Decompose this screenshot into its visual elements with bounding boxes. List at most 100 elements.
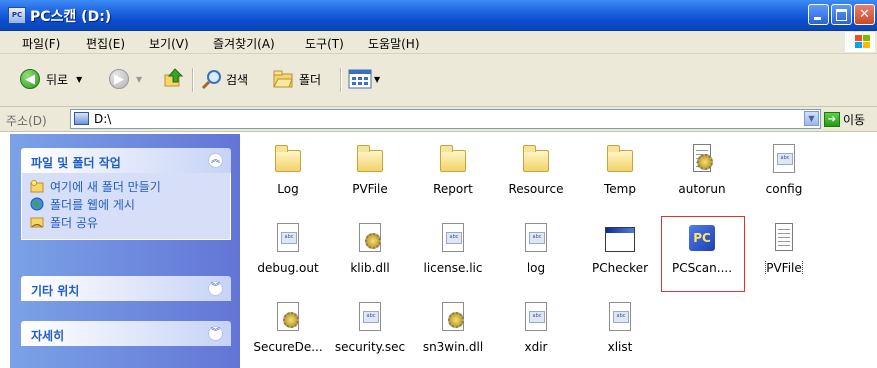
- go-label: 이동: [843, 113, 866, 127]
- dll-icon: [438, 302, 468, 334]
- menu-tools[interactable]: 도구(T): [305, 35, 344, 52]
- file-name: license.lic: [423, 261, 483, 275]
- file-folder-tasks-header[interactable]: 파일 및 폴더 작업 ︽: [21, 148, 231, 173]
- other-places-header[interactable]: 기타 위치 ︾: [21, 276, 231, 301]
- document-icon: abc: [521, 302, 551, 334]
- document-icon: abc: [438, 223, 468, 255]
- file-item[interactable]: Log: [248, 138, 328, 202]
- task-share-folder[interactable]: 폴더 공유: [30, 213, 222, 231]
- file-item[interactable]: PChecker: [580, 217, 660, 281]
- views-dropdown-icon[interactable]: ▼: [374, 75, 380, 84]
- back-arrow-icon: ◀: [20, 69, 40, 89]
- dll-icon: [273, 302, 303, 334]
- file-name: log: [526, 261, 546, 275]
- other-places-panel: 기타 위치 ︾: [21, 276, 231, 301]
- file-item[interactable]: abc config: [744, 138, 824, 202]
- task-publish-web[interactable]: 폴더를 웹에 게시: [30, 195, 222, 213]
- file-item[interactable]: PVFile: [330, 138, 410, 202]
- minimize-button[interactable]: [808, 4, 829, 25]
- file-name: klib.dll: [350, 261, 390, 275]
- menu-file[interactable]: 파일(F): [22, 35, 60, 52]
- address-value: D:\: [94, 112, 112, 126]
- maximize-button[interactable]: [831, 4, 852, 25]
- views-icon: [348, 69, 372, 89]
- address-label: 주소(D): [6, 114, 47, 128]
- other-places-label: 기타 위치: [31, 284, 80, 298]
- collapse-chevron-icon[interactable]: ︽: [208, 153, 223, 168]
- focused-file-name: PVFile: [765, 261, 803, 275]
- back-dropdown-icon[interactable]: ▼: [76, 75, 82, 84]
- file-item[interactable]: abc debug.out: [248, 217, 328, 281]
- folder-icon: [605, 144, 635, 176]
- file-item[interactable]: PVFile: [744, 217, 824, 281]
- window-title: PC스캔 (D:): [30, 9, 112, 25]
- document-icon: abc: [605, 302, 635, 334]
- folders-button[interactable]: 폴더: [272, 68, 321, 90]
- file-name: PVFile: [744, 261, 824, 275]
- file-name: autorun: [678, 182, 726, 196]
- close-icon: ✕: [859, 7, 870, 22]
- file-item[interactable]: abc license.lic: [413, 217, 493, 281]
- file-folder-tasks-panel: 파일 및 폴더 작업 ︽ 여기에 새 폴더 만들기 폴더를 웹에 게시 폴더 공…: [21, 148, 231, 240]
- details-panel: 자세히 ︾: [21, 321, 231, 346]
- text-file-icon: [769, 223, 799, 255]
- toolbar: ◀ 뒤로 ▼ ▶ ▼ 검색 폴더 ▼: [0, 54, 877, 107]
- menu-favorites[interactable]: 즐겨찾기(A): [213, 35, 275, 52]
- file-item[interactable]: abc xlist: [580, 296, 660, 360]
- file-item[interactable]: abc xdir: [496, 296, 576, 360]
- file-name: PVFile: [352, 182, 388, 196]
- details-header[interactable]: 자세히 ︾: [21, 321, 231, 346]
- search-icon: [201, 70, 221, 90]
- file-item-selected[interactable]: PC PCScan....: [662, 217, 742, 281]
- task-pane: 파일 및 폴더 작업 ︽ 여기에 새 폴더 만들기 폴더를 웹에 게시 폴더 공…: [10, 134, 240, 368]
- menu-edit[interactable]: 편집(E): [86, 35, 125, 52]
- drive-icon: PC: [8, 7, 26, 24]
- folder-icon: [355, 144, 385, 176]
- views-button[interactable]: ▼: [348, 69, 380, 89]
- back-button[interactable]: ◀ 뒤로 ▼: [20, 69, 82, 89]
- file-item[interactable]: SecureDe...: [248, 296, 328, 360]
- file-name: PChecker: [591, 261, 649, 275]
- file-item[interactable]: Report: [413, 138, 493, 202]
- file-name: xlist: [607, 340, 633, 354]
- shared-folder-icon: [30, 217, 44, 228]
- file-item[interactable]: abc security.sec: [330, 296, 410, 360]
- file-item[interactable]: abc log: [496, 217, 576, 281]
- search-button[interactable]: 검색: [201, 68, 248, 90]
- title-bar: PC PC스캔 (D:) ✕: [0, 0, 877, 31]
- windows-logo-icon: [845, 32, 875, 52]
- globe-icon: [30, 197, 44, 211]
- task-new-folder[interactable]: 여기에 새 폴더 만들기: [30, 177, 222, 195]
- go-button[interactable]: ➔ 이동: [824, 111, 865, 128]
- forward-arrow-icon: ▶: [109, 69, 129, 89]
- menu-help[interactable]: 도움말(H): [368, 35, 420, 52]
- maximize-icon: [832, 5, 851, 24]
- file-name: Temp: [604, 182, 636, 196]
- address-input[interactable]: D:\ ▼: [70, 109, 821, 129]
- file-name: Log: [277, 182, 299, 196]
- dll-icon: [355, 223, 385, 255]
- menu-view[interactable]: 보기(V): [149, 35, 189, 52]
- up-folder-button[interactable]: [163, 67, 185, 89]
- folders-icon: [273, 70, 293, 88]
- folder-icon: [438, 144, 468, 176]
- file-item[interactable]: Temp: [580, 138, 660, 202]
- expand-chevron-icon[interactable]: ︾: [208, 281, 223, 296]
- forward-dropdown-icon[interactable]: ▼: [136, 75, 142, 84]
- file-item[interactable]: klib.dll: [330, 217, 410, 281]
- close-button[interactable]: ✕: [854, 4, 875, 25]
- file-item[interactable]: sn3win.dll: [413, 296, 493, 360]
- file-item[interactable]: Resource: [496, 138, 576, 202]
- address-bar: 주소(D) D:\ ▼ ➔ 이동: [0, 107, 877, 132]
- file-name: Report: [433, 182, 473, 196]
- forward-button[interactable]: ▶ ▼: [109, 69, 142, 89]
- file-name: security.sec: [334, 340, 406, 354]
- folder-icon: [273, 144, 303, 176]
- drive-icon: [74, 112, 89, 125]
- file-item[interactable]: autorun: [662, 138, 742, 202]
- pcscan-app-icon: PC: [687, 223, 717, 255]
- expand-chevron-icon[interactable]: ︾: [208, 326, 223, 341]
- back-label: 뒤로: [46, 72, 69, 87]
- go-arrow-icon: ➔: [824, 112, 840, 127]
- address-dropdown-icon[interactable]: ▼: [804, 111, 819, 126]
